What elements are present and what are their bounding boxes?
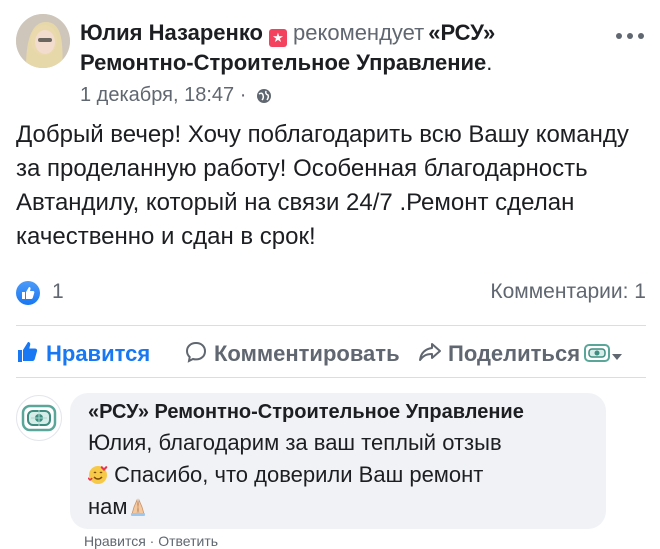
post-stats: 1 Комментарии: 1 xyxy=(16,278,646,314)
folded-hands-icon xyxy=(130,498,145,516)
globe-icon xyxy=(256,89,271,103)
like-button-label: Нравится xyxy=(46,341,151,366)
divider xyxy=(16,377,646,378)
page-name-period: . xyxy=(486,50,493,75)
like-count[interactable]: 1 xyxy=(52,280,64,304)
comment-icon xyxy=(185,341,207,363)
author-avatar[interactable] xyxy=(16,14,70,68)
post-meta: 1 декабря, 18:47 · xyxy=(80,84,272,107)
commenter-avatar[interactable] xyxy=(16,395,62,441)
post-header: Юлия Назаренко ★ рекомендует «РСУ» Ремонтно… xyxy=(16,14,646,112)
comment-button-label: Комментировать xyxy=(214,341,400,366)
post-author-line: Юлия Назаренко ★ рекомендует «РСУ» Ремонтно… xyxy=(80,18,620,78)
post-date[interactable]: 1 декабря, 18:47 xyxy=(80,84,234,106)
like-button[interactable]: Нравится xyxy=(16,340,150,367)
share-icon xyxy=(419,343,441,361)
page-name-link[interactable]: «РСУ» xyxy=(428,20,495,45)
more-horizontal-icon[interactable] xyxy=(616,24,646,48)
thumbs-up-icon xyxy=(18,342,38,362)
share-button[interactable]: Поделиться xyxy=(418,340,580,367)
comment-bubble: «РСУ» Ремонтно-Строительное Управление Ю… xyxy=(70,393,606,529)
comment-line-3: нам xyxy=(88,494,128,519)
recommend-star-badge-icon: ★ xyxy=(268,29,287,47)
chevron-down-icon xyxy=(612,354,622,360)
page-name-link-full[interactable]: Ремонтно-Строительное Управление xyxy=(80,50,486,75)
comment-footer[interactable]: Нравится · Ответить xyxy=(84,533,218,549)
comment-text: Юлия, благодарим за ваш теплый отзыв Спа… xyxy=(88,427,588,523)
divider xyxy=(16,325,646,326)
comment-author[interactable]: «РСУ» Ремонтно-Строительное Управление xyxy=(88,401,524,424)
meta-separator: · xyxy=(239,84,247,106)
comment-line-1: Юлия, благодарим за ваш теплый отзыв xyxy=(88,430,502,455)
page-selector[interactable] xyxy=(584,342,622,370)
recommends-text: рекомендует xyxy=(292,20,425,45)
comments-count[interactable]: Комментарии: 1 xyxy=(490,280,646,304)
post-author-name[interactable]: Юлия Назаренко xyxy=(80,20,263,45)
post-text: Добрый вечер! Хочу поблагодарить всю Ваш… xyxy=(16,121,629,250)
post-actions: Нравится Комментировать Поделиться xyxy=(16,336,660,372)
rsu-logo-icon xyxy=(584,344,610,362)
smiling-face-with-hearts-icon xyxy=(88,466,108,484)
like-reaction-icon[interactable] xyxy=(16,281,40,305)
comment-button[interactable]: Комментировать xyxy=(184,340,400,367)
comment-line-2: Спасибо, что доверили Ваш ремонт xyxy=(114,462,484,487)
share-button-label: Поделиться xyxy=(448,341,581,366)
